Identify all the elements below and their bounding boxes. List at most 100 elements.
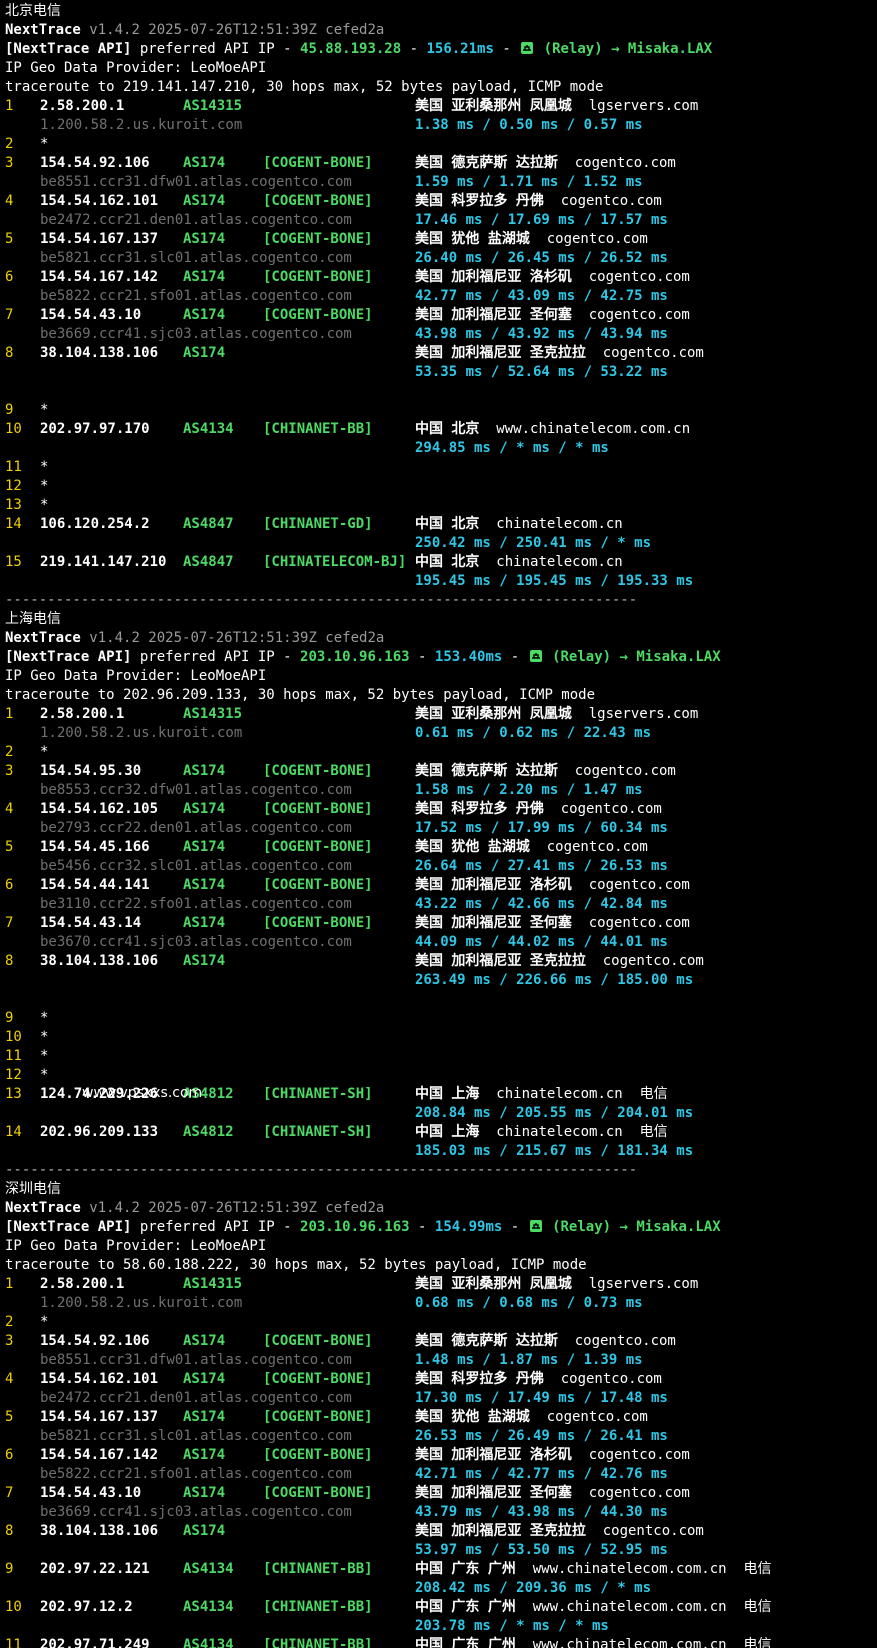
hop-number: 7 bbox=[5, 307, 14, 323]
hop-asn: AS4134 bbox=[183, 1561, 234, 1577]
hop-isp: 电信 bbox=[743, 1637, 772, 1648]
version-string: v1.4.2 2025-07-26T12:51:39Z cefed2a bbox=[89, 1200, 385, 1216]
hop-isp: 电信 bbox=[639, 1086, 668, 1102]
hop-rtt-row: be2793.ccr22.den01.atlas.cogentco.com 17.… bbox=[5, 819, 877, 838]
hop-row: 4 154.54.162.105 AS174 [COGENT-BONE] 美国 科罗拉多… bbox=[5, 800, 877, 819]
hop-number: 6 bbox=[5, 269, 14, 285]
hop-ip: 154.54.92.106 bbox=[40, 1333, 150, 1349]
hop-row: 10 202.97.12.2 AS4134 [CHINANET-BB] 中国 广东 广州… bbox=[5, 1598, 877, 1617]
hop-geo: 美国 德克萨斯 达拉斯 bbox=[415, 1333, 558, 1349]
hop-timeout: * bbox=[40, 1048, 49, 1064]
hop-geo: 中国 广东 广州 bbox=[415, 1561, 516, 1577]
watermark: www.vpsxxs.com bbox=[82, 1085, 203, 1101]
hop-network-tag: [COGENT-BONE] bbox=[263, 193, 373, 209]
api-line: [NextTrace API] preferred API IP - 203.1… bbox=[5, 648, 877, 667]
hop-geo: 中国 广东 广州 bbox=[415, 1599, 516, 1615]
hop-ip: 154.54.45.166 bbox=[40, 839, 150, 855]
hop-asn: AS174 bbox=[183, 839, 226, 855]
hop-asn: AS4847 bbox=[183, 554, 234, 570]
hop-rtt: 26.40 ms / 26.45 ms / 26.52 ms bbox=[415, 250, 668, 266]
hop-ip: 154.54.167.137 bbox=[40, 1409, 159, 1425]
hop-rtt: 53.97 ms / 53.50 ms / 52.95 ms bbox=[415, 1542, 668, 1558]
hop-ip: 202.96.209.133 bbox=[40, 1124, 159, 1140]
hop-number: 8 bbox=[5, 953, 14, 969]
hop-network-tag: [CHINANET-BB] bbox=[263, 1561, 373, 1577]
hop-row: 2 * bbox=[5, 743, 877, 762]
hop-host: cogentco.com bbox=[574, 1333, 676, 1349]
api-latency: 156.21ms bbox=[426, 41, 494, 57]
hop-rdns: be5821.ccr31.slc01.atlas.cogentco.com bbox=[40, 250, 352, 266]
hop-geo: 中国 广东 广州 bbox=[415, 1637, 516, 1648]
api-line: [NextTrace API] preferred API IP - 45.88… bbox=[5, 40, 877, 59]
hop-rtt-row: 263.49 ms / 226.66 ms / 185.00 ms bbox=[5, 971, 877, 990]
hop-ip: 154.54.43.10 bbox=[40, 307, 142, 323]
hop-number: 13 bbox=[5, 497, 22, 513]
hop-geo: 美国 犹他 盐湖城 bbox=[415, 839, 530, 855]
hop-timeout: * bbox=[40, 402, 49, 418]
hop-row: 6 154.54.44.141 AS174 [COGENT-BONE] 美国 加利福尼亚… bbox=[5, 876, 877, 895]
hop-rtt-row: be5821.ccr31.slc01.atlas.cogentco.com 26.… bbox=[5, 249, 877, 268]
hop-geo: 美国 加利福尼亚 洛杉矶 bbox=[415, 269, 572, 285]
hop-host: cogentco.com bbox=[588, 307, 690, 323]
hop-host: cogentco.com bbox=[546, 1409, 648, 1425]
hop-rtt: 208.42 ms / 209.36 ms / * ms bbox=[415, 1580, 652, 1596]
hop-rtt-row: be8553.ccr32.dfw01.atlas.cogentco.com 1.5… bbox=[5, 781, 877, 800]
hop-number: 10 bbox=[5, 421, 22, 437]
hop-ip: 154.54.167.142 bbox=[40, 1447, 159, 1463]
hop-number: 7 bbox=[5, 1485, 14, 1501]
hop-network-tag: [COGENT-BONE] bbox=[263, 155, 373, 171]
hop-rtt: 43.98 ms / 43.92 ms / 43.94 ms bbox=[415, 326, 668, 342]
hop-row: 1 2.58.200.1 AS14315 美国 亚利桑那州 凤凰城 lgservers… bbox=[5, 1275, 877, 1294]
hop-number: 8 bbox=[5, 1523, 14, 1539]
hop-row: 11 * bbox=[5, 1047, 877, 1066]
hop-number: 2 bbox=[5, 744, 14, 760]
geo-provider-line: IP Geo Data Provider: LeoMoeAPI bbox=[5, 1237, 877, 1256]
hop-number: 9 bbox=[5, 402, 14, 418]
hop-rtt: 0.68 ms / 0.68 ms / 0.73 ms bbox=[415, 1295, 643, 1311]
hop-rtt: 195.45 ms / 195.45 ms / 195.33 ms bbox=[415, 573, 694, 589]
hop-rdns: be5822.ccr21.sfo01.atlas.cogentco.com bbox=[40, 1466, 352, 1482]
hop-row: 12 * bbox=[5, 1066, 877, 1085]
hop-rdns: be8551.ccr31.dfw01.atlas.cogentco.com bbox=[40, 1352, 352, 1368]
hop-isp: 电信 bbox=[743, 1599, 772, 1615]
hop-row: 1 2.58.200.1 AS14315 美国 亚利桑那州 凤凰城 lgservers… bbox=[5, 97, 877, 116]
version-line: NextTrace v1.4.2 2025-07-26T12:51:39Z ce… bbox=[5, 21, 877, 40]
api-dash: - bbox=[401, 41, 427, 57]
hop-host: cogentco.com bbox=[602, 1523, 704, 1539]
hop-host: chinatelecom.cn bbox=[496, 554, 623, 570]
hop-host: chinatelecom.cn bbox=[496, 516, 623, 532]
hop-host: cogentco.com bbox=[588, 1447, 690, 1463]
hop-asn: AS174 bbox=[183, 231, 226, 247]
hop-rtt: 294.85 ms / * ms / * ms bbox=[415, 440, 609, 456]
api-tag: [NextTrace API] bbox=[5, 1219, 132, 1235]
hop-ip: 2.58.200.1 bbox=[40, 1276, 125, 1292]
hop-rtt: 17.30 ms / 17.49 ms / 17.48 ms bbox=[415, 1390, 668, 1406]
hop-timeout: * bbox=[40, 744, 49, 760]
hop-ip: 154.54.44.141 bbox=[40, 877, 150, 893]
api-text: preferred API IP - bbox=[131, 41, 301, 57]
hop-network-tag: [CHINANET-BB] bbox=[263, 1637, 373, 1648]
hop-timeout: * bbox=[40, 136, 49, 152]
separator-line: ----------------------------------------… bbox=[5, 591, 877, 610]
hop-asn: AS4134 bbox=[183, 421, 234, 437]
hop-asn: AS174 bbox=[183, 155, 226, 171]
version-string: v1.4.2 2025-07-26T12:51:39Z cefed2a bbox=[89, 22, 385, 38]
hop-geo: 美国 加利福尼亚 圣何塞 bbox=[415, 1485, 572, 1501]
hop-rtt: 17.52 ms / 17.99 ms / 60.34 ms bbox=[415, 820, 668, 836]
hop-number: 1 bbox=[5, 706, 14, 722]
api-tag: [NextTrace API] bbox=[5, 41, 132, 57]
version-line: NextTrace v1.4.2 2025-07-26T12:51:39Z ce… bbox=[5, 1199, 877, 1218]
hop-rdns: 1.200.58.2.us.kuroit.com bbox=[40, 117, 243, 133]
hop-rtt: 1.38 ms / 0.50 ms / 0.57 ms bbox=[415, 117, 643, 133]
hop-row: 6 154.54.167.142 AS174 [COGENT-BONE] 美国 加利福尼… bbox=[5, 268, 877, 287]
hop-row: 7 154.54.43.14 AS174 [COGENT-BONE] 美国 加利福尼亚 … bbox=[5, 914, 877, 933]
hop-asn: AS174 bbox=[183, 763, 226, 779]
hop-rdns: be3669.ccr41.sjc03.atlas.cogentco.com bbox=[40, 326, 352, 342]
hop-rdns: 1.200.58.2.us.kuroit.com bbox=[40, 725, 243, 741]
api-line: [NextTrace API] preferred API IP - 203.1… bbox=[5, 1218, 877, 1237]
hop-row: 4 154.54.162.101 AS174 [COGENT-BONE] 美国 科罗拉多… bbox=[5, 192, 877, 211]
hop-row: 3 154.54.92.106 AS174 [COGENT-BONE] 美国 德克萨斯 … bbox=[5, 1332, 877, 1351]
cloud-relay-icon bbox=[521, 42, 534, 54]
hop-geo: 美国 加利福尼亚 圣克拉拉 bbox=[415, 345, 586, 361]
